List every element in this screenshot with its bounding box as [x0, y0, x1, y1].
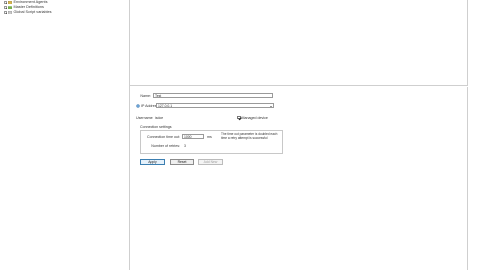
managed-device-checkbox[interactable]	[237, 115, 241, 120]
properties-panel: Name: Test IP Address: 127.0.0.1 Usernam…	[130, 87, 468, 270]
navigation-tree-panel: Environment Agents Master Definitions Gl…	[0, 0, 130, 270]
network-icon	[136, 103, 140, 108]
apply-button[interactable]: Apply	[140, 159, 165, 165]
ip-address-value: 127.0.0.1	[158, 104, 173, 108]
tree-item-label: Global Script variables	[13, 10, 52, 14]
timeout-unit: ms	[207, 134, 212, 139]
username-value: jsdoe	[153, 115, 193, 120]
expand-icon[interactable]	[4, 6, 7, 9]
name-input[interactable]: Test	[153, 93, 273, 98]
variable-icon	[8, 10, 12, 15]
chevron-down-icon	[270, 105, 272, 107]
timeout-note: The time out parameter is doubled each t…	[221, 132, 278, 140]
username-label: Username:	[136, 115, 154, 120]
folder-icon	[8, 6, 12, 10]
timeout-label: Connection time out:	[147, 134, 180, 139]
items-list-area[interactable]	[130, 0, 468, 86]
reset-button[interactable]: Reset	[170, 159, 194, 165]
retries-input[interactable]: 3	[182, 143, 192, 148]
retries-label: Number of retries:	[151, 143, 180, 148]
ip-address-label: IP Address:	[141, 103, 160, 108]
tree-item-global-script-variables[interactable]: Global Script variables	[4, 10, 52, 15]
connection-settings-label: Connection settings	[140, 125, 172, 129]
ip-address-select[interactable]: 127.0.0.1	[156, 103, 274, 108]
add-new-button[interactable]: Add New	[198, 159, 223, 165]
expand-icon[interactable]	[4, 1, 7, 4]
managed-device-label: Managed device	[241, 115, 268, 120]
name-label: Name:	[140, 93, 151, 98]
expand-icon[interactable]	[4, 11, 7, 14]
timeout-input[interactable]: 1000	[182, 134, 204, 139]
server-icon	[8, 0, 12, 5]
